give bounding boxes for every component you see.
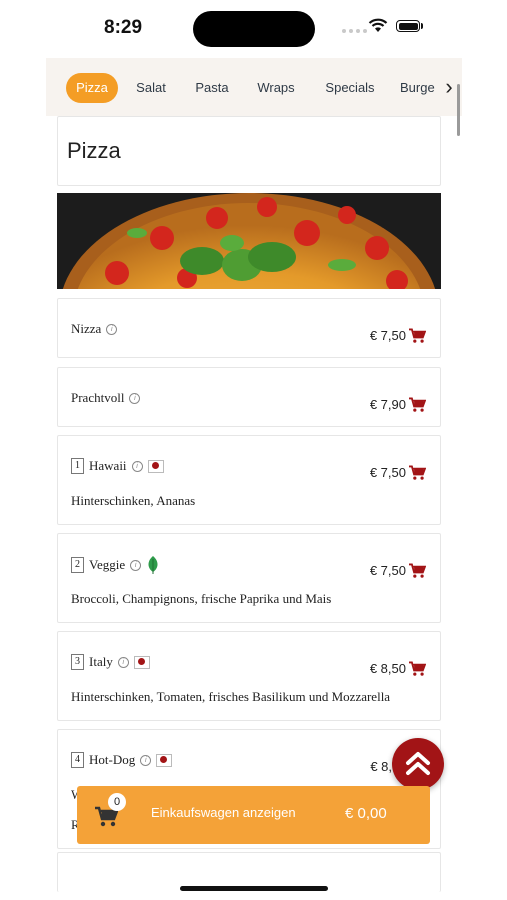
add-to-cart-icon[interactable] [408, 397, 426, 413]
battery-icon [396, 20, 420, 32]
info-icon[interactable]: i [117, 656, 129, 668]
item-number: 4 [71, 752, 84, 768]
item-name: Veggie [89, 557, 126, 572]
cart-total: € 0,00 [345, 805, 387, 822]
cart-label: Einkaufswagen anzeigen [151, 805, 296, 820]
list-item[interactable]: 2 Veggie i € 7,50 Broccoli, Champignons,… [57, 533, 441, 623]
tab-salat[interactable]: Salat [130, 73, 172, 103]
item-price: € 7,50 [369, 563, 406, 578]
status-bar: 8:29 [0, 0, 507, 58]
item-number: 3 [71, 654, 84, 670]
item-number: 1 [71, 458, 84, 474]
dynamic-island [193, 11, 315, 47]
chevron-right-icon[interactable]: › [440, 74, 458, 100]
meat-badge-icon [133, 655, 150, 669]
item-name: Nizza [71, 321, 102, 336]
item-description: Hinterschinken, Tomaten, frisches Basili… [71, 689, 391, 704]
info-icon[interactable]: i [129, 392, 141, 404]
list-item[interactable]: 3 Italy i € 8,50 Hinterschinken, Tomaten… [57, 631, 441, 721]
cart-count-badge: 0 [108, 793, 126, 811]
home-indicator [180, 886, 328, 891]
tab-burger[interactable]: Burge [400, 73, 444, 103]
meat-badge-icon [156, 753, 173, 767]
info-icon[interactable]: i [130, 559, 142, 571]
item-price: € 7,50 [369, 328, 406, 343]
item-number: 2 [71, 557, 84, 573]
scroll-to-top-button[interactable] [392, 738, 444, 790]
category-tab-bar: Pizza Salat Pasta Wraps Specials Burge [46, 58, 462, 116]
leaf-icon [148, 556, 158, 574]
info-icon[interactable]: i [140, 754, 152, 766]
tab-pasta[interactable]: Pasta [189, 73, 235, 103]
item-price: € 7,50 [369, 465, 406, 480]
view-cart-button[interactable]: 0 Einkaufswagen anzeigen € 0,00 [77, 786, 430, 844]
add-to-cart-icon[interactable] [408, 328, 426, 344]
pizza-image [57, 193, 441, 289]
double-chevron-up-icon [406, 752, 430, 775]
info-icon[interactable]: i [106, 323, 118, 335]
signal-icon [342, 29, 367, 33]
item-price: € 7,90 [369, 397, 406, 412]
tab-specials[interactable]: Specials [320, 73, 380, 103]
item-name: Prachtvoll [71, 390, 125, 405]
item-name: Hawaii [89, 458, 127, 473]
item-price: € 8,50 [369, 661, 406, 676]
section-title: Pizza [67, 138, 121, 163]
list-item[interactable]: 1 Hawaii i € 7,50 Hinterschinken, Ananas [57, 435, 441, 525]
scrollbar[interactable] [457, 84, 460, 136]
wifi-icon [368, 18, 388, 32]
info-icon[interactable]: i [131, 460, 143, 472]
item-name: Italy [89, 654, 113, 669]
tab-wraps[interactable]: Wraps [252, 73, 300, 103]
add-to-cart-icon[interactable] [408, 465, 426, 481]
battery-tip [421, 23, 423, 29]
add-to-cart-icon[interactable] [408, 661, 426, 677]
tab-pizza[interactable]: Pizza [66, 73, 118, 103]
item-name: Hot-Dog [89, 752, 136, 767]
add-to-cart-icon[interactable] [408, 563, 426, 579]
item-description: Hinterschinken, Ananas [71, 493, 196, 508]
item-price: € 8, [370, 759, 392, 774]
item-description: Broccoli, Champignons, frische Paprika u… [71, 591, 332, 606]
list-item[interactable]: Nizza i € 7,50 [57, 298, 441, 358]
list-item[interactable]: Prachtvoll i € 7,90 [57, 367, 441, 427]
clock: 8:29 [104, 17, 143, 38]
meat-badge-icon [147, 459, 164, 473]
